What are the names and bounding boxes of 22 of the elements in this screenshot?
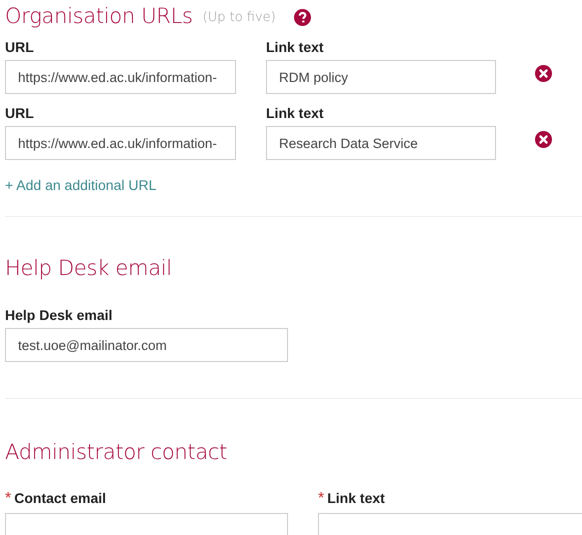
section-title: Organisation URLs [5, 4, 193, 28]
email-field[interactable]: test.uoe@mailinator.com [5, 328, 288, 362]
field-label: Link text [266, 39, 325, 55]
field-label: Contact email [14, 490, 106, 506]
required-mark: * [318, 490, 324, 508]
link-text-field[interactable]: Research Data Service [266, 126, 496, 160]
url-field[interactable]: https://www.ed.ac.uk/information- [5, 126, 236, 160]
add-url-link[interactable]: + Add an additional URL [5, 177, 156, 193]
remove-icon[interactable] [535, 131, 552, 148]
section-title: Help Desk email [5, 256, 173, 280]
section-title: Administrator contact [5, 440, 228, 464]
required-mark: * [5, 490, 12, 508]
field-label: URL [5, 39, 35, 55]
link-text-field[interactable]: RDM policy [266, 60, 496, 94]
field-label: Help Desk email [5, 307, 114, 323]
section-hint: (Up to five) [202, 10, 276, 25]
field-label: Link text [266, 105, 325, 121]
help-icon[interactable] [294, 8, 311, 26]
field-label: URL [5, 105, 35, 121]
field-label: Link text [327, 490, 385, 506]
remove-icon[interactable] [535, 65, 552, 82]
url-field[interactable]: https://www.ed.ac.uk/information- [5, 60, 236, 94]
